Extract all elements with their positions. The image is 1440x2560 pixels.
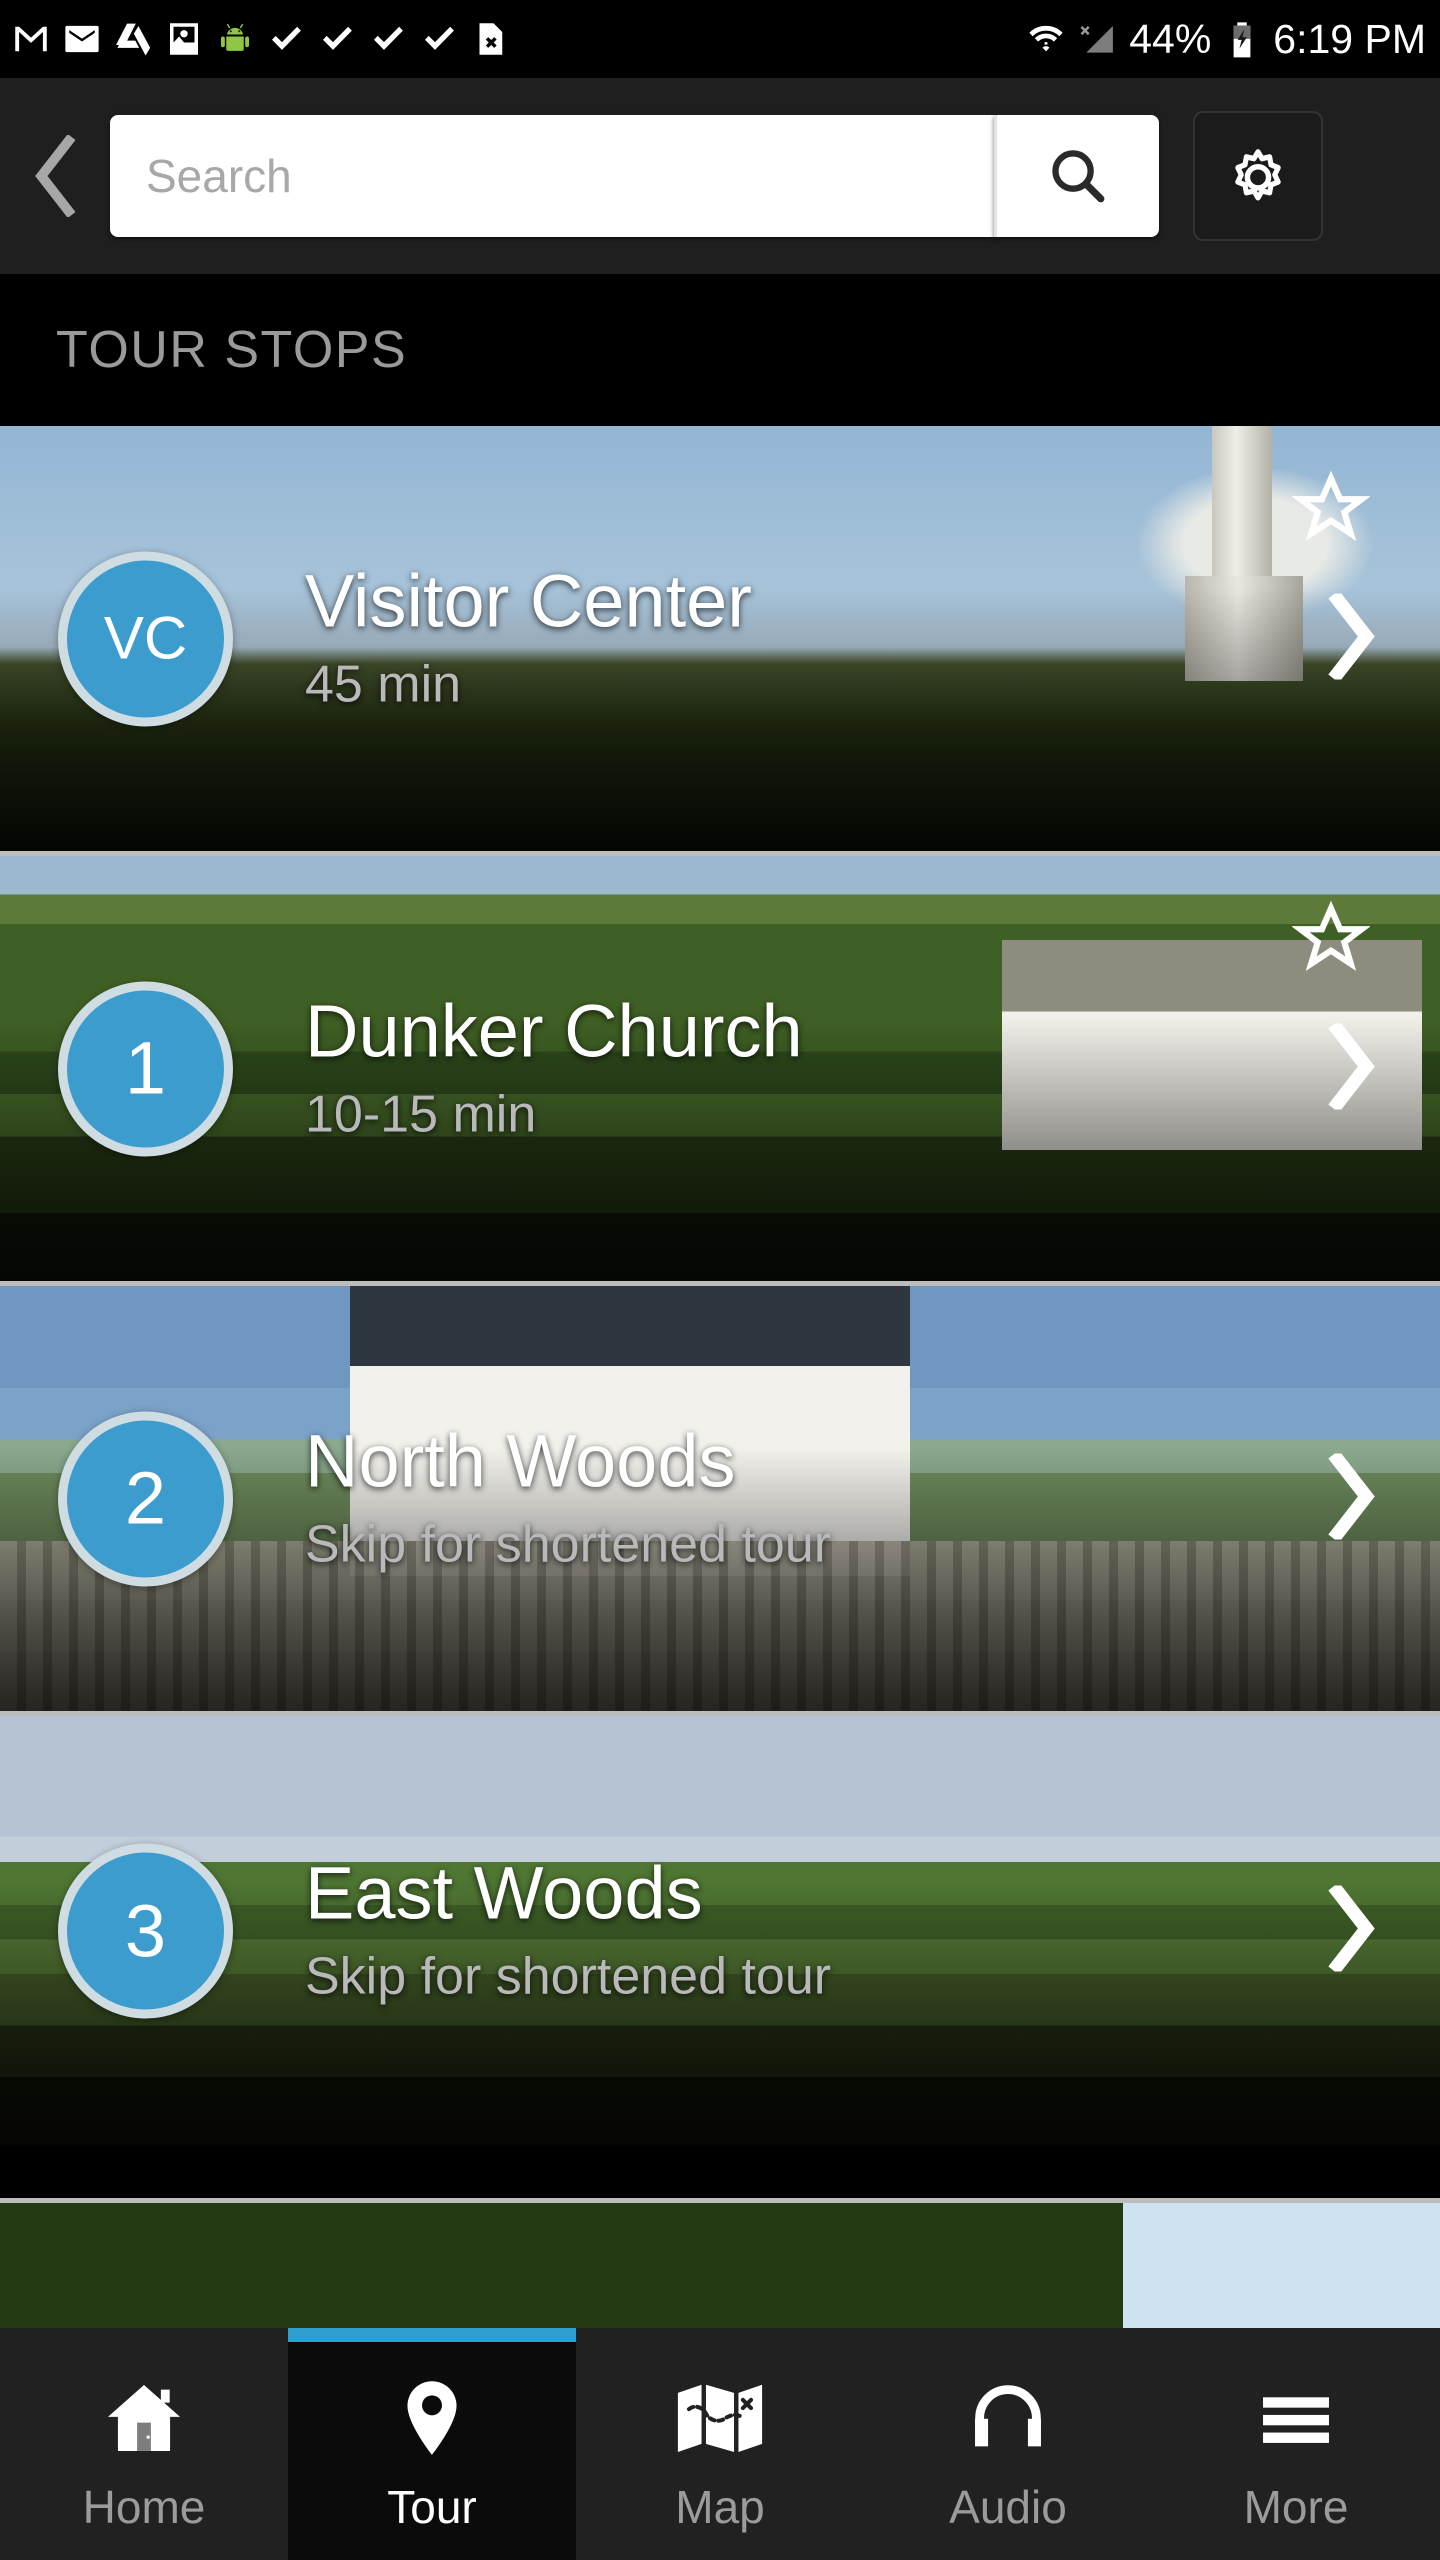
open-stop-chevron[interactable] [1320,1019,1384,1114]
signal-no-service-icon [1080,26,1114,53]
star-outline-icon [1291,470,1371,541]
gmail-icon [15,26,47,52]
stop-title: Dunker Church [305,988,803,1072]
chevron-right-icon [1328,589,1375,683]
clock: 6:19 PM [1273,15,1426,62]
tour-stop-card-partial[interactable] [0,2198,1440,2328]
back-button[interactable] [0,78,110,274]
gmail-icon [65,25,99,53]
card-text-block: Dunker Church 10-15 min [305,988,1240,1144]
file-error-icon [479,23,503,55]
chevron-right-icon [1328,1882,1375,1975]
checkmark-icon [272,26,301,50]
stop-badge: 2 [58,1411,233,1586]
tab-icon-wrap [962,2370,1054,2466]
status-bar: 44% 6:19 PM [0,0,1440,78]
chevron-right-icon [1328,1449,1375,1543]
tab-label: Tour [387,2481,477,2533]
stop-duration: 45 min [305,655,462,714]
photos-icon [170,23,198,55]
tour-stop-card[interactable]: 1 Dunker Church 10-15 min [0,856,1440,1286]
favorite-button[interactable] [1291,900,1371,983]
tab-more[interactable]: More [1152,2328,1440,2560]
tour-stop-card[interactable]: 2 North Woods Skip for shortened tour [0,1286,1440,1716]
battery-charging-icon [1233,22,1251,58]
tab-tour[interactable]: Tour [288,2328,576,2560]
tab-icon-wrap [672,2370,768,2466]
tour-stop-card[interactable]: 3 East Woods Skip for shortened tour [0,1716,1440,2146]
stop-title: Visitor Center [305,558,752,642]
stop-title: East Woods [305,1851,703,1935]
headphones-icon [975,2385,1041,2447]
tab-label: Audio [949,2481,1067,2533]
tab-map[interactable]: Map [576,2328,864,2560]
star-outline-icon [1291,900,1371,971]
wifi-icon [1029,25,1063,52]
stop-badge: 1 [58,981,233,1156]
search-bar [110,115,1159,237]
google-drive-icon [116,23,151,56]
home-icon [107,2385,181,2451]
top-toolbar [0,78,1440,274]
favorite-button[interactable] [1291,470,1371,553]
open-stop-chevron[interactable] [1320,589,1384,684]
section-title: TOUR STOPS [56,321,408,379]
card-text-block: Visitor Center 45 min [305,558,1240,714]
stop-duration: 10-15 min [305,1085,537,1144]
search-icon [1052,150,1105,203]
open-stop-chevron[interactable] [1320,1882,1384,1977]
tab-audio[interactable]: Audio [864,2328,1152,2560]
tab-label: Home [82,2481,206,2533]
card-text-block: North Woods Skip for shortened tour [305,1418,1240,1574]
stop-badge: 3 [58,1843,233,2019]
tab-icon-wrap [98,2370,190,2466]
tour-stop-card[interactable]: VC Visitor Center 45 min [0,426,1440,856]
search-submit-button[interactable] [994,115,1159,237]
checkmark-icon [374,26,403,50]
app-root: 44% 6:19 PM Search TOUR STOPS VC Visitor… [0,0,1440,2560]
folded-map-icon [677,2384,763,2452]
search-input[interactable] [110,115,994,237]
settings-button[interactable] [1193,111,1323,241]
status-bar-system: 44% 6:19 PM [1025,16,1426,63]
tab-home[interactable]: Home [0,2328,288,2560]
chevron-right-icon [1328,1019,1375,1113]
stop-duration: Skip for shortened tour [305,1947,832,2006]
stop-duration: Skip for shortened tour [305,1515,832,1574]
checkmark-icon [425,26,454,50]
android-icon [221,23,249,51]
hamburger-menu-icon [1263,2397,1329,2443]
bottom-navigation: Home Tour Map Audio More [0,2328,1440,2560]
tab-icon-wrap [386,2370,478,2466]
tab-icon-wrap [1250,2370,1342,2466]
battery-percent: 44% [1129,15,1212,62]
stop-title: North Woods [305,1418,736,1502]
tab-label: More [1243,2481,1349,2533]
tab-label: Map [675,2481,765,2533]
map-pin-icon [407,2381,457,2455]
card-photo [0,2203,1440,2328]
tour-stops-list[interactable]: VC Visitor Center 45 min 1 Dunker Church… [0,426,1440,2198]
card-text-block: East Woods Skip for shortened tour [305,1855,1240,2006]
section-header: TOUR STOPS [0,274,1440,426]
checkmark-icon [323,26,352,50]
gear-icon [1235,149,1281,201]
status-bar-notifications [10,18,1025,60]
stop-badge: VC [58,551,233,726]
chevron-left-icon [35,135,76,217]
open-stop-chevron[interactable] [1320,1449,1384,1544]
